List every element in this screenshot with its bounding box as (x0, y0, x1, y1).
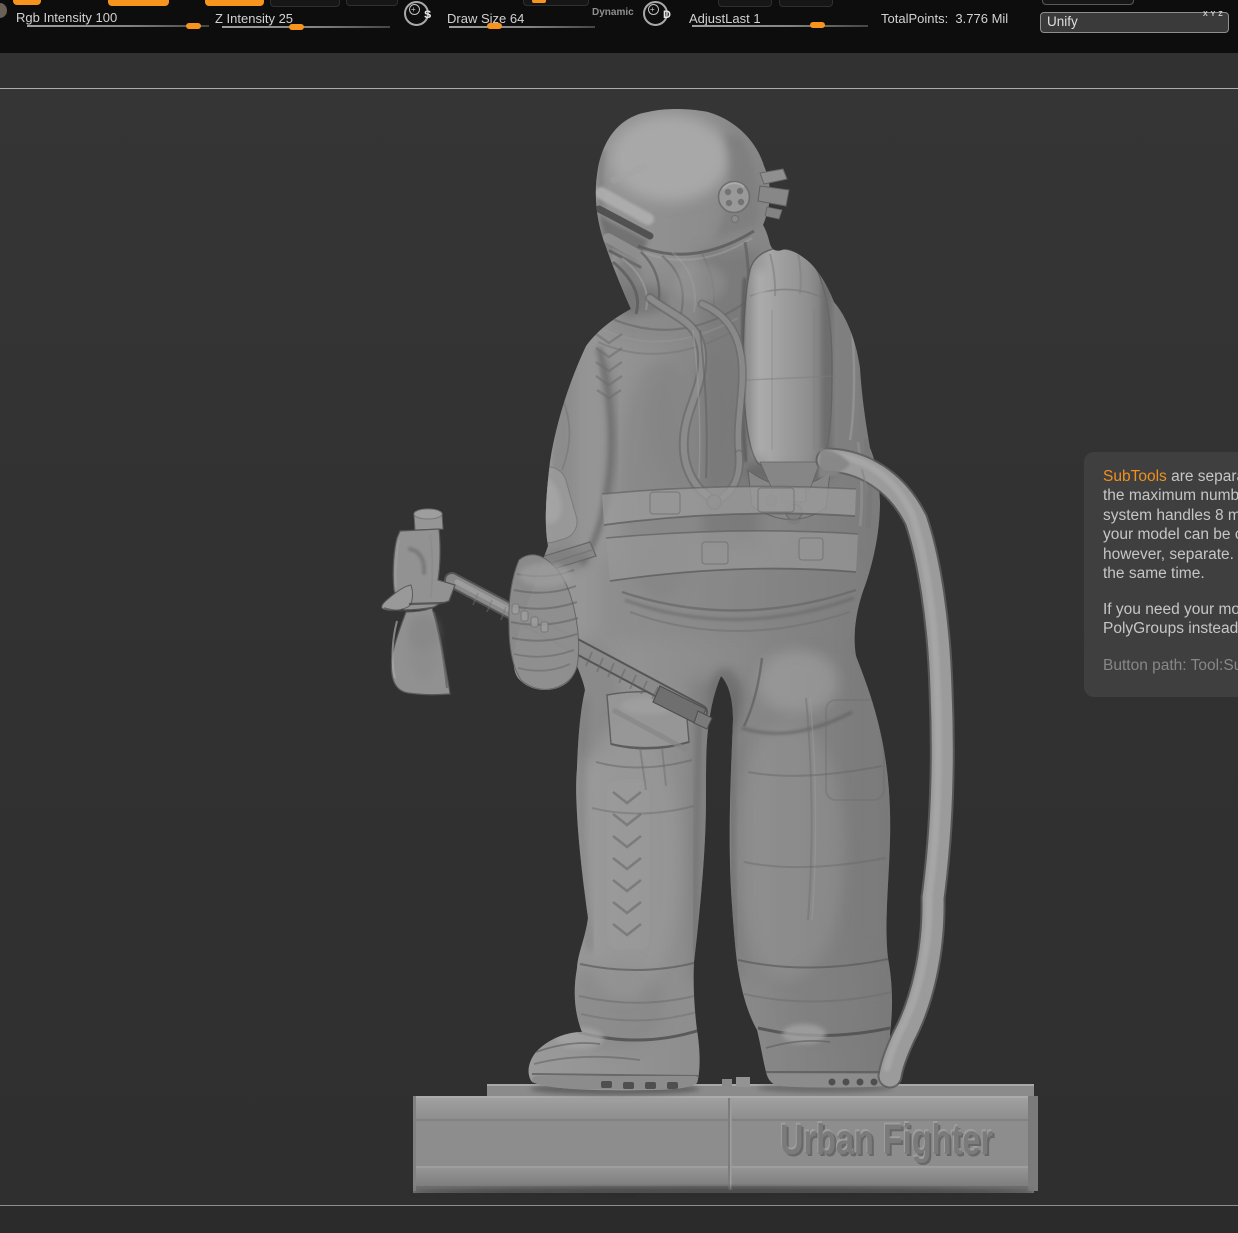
svg-text:Urban Fighter: Urban Fighter (780, 1116, 993, 1164)
